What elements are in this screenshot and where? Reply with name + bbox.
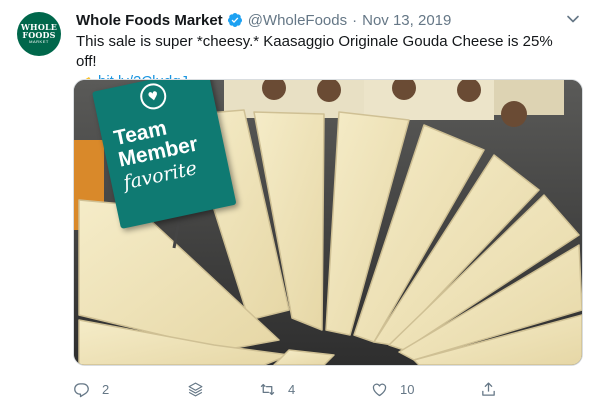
avatar-logo-line3: MARKET bbox=[29, 39, 49, 44]
tweet-text-line: This sale is super *cheesy.* Kaasaggio O… bbox=[76, 33, 553, 70]
retweet-button[interactable]: 4 bbox=[259, 378, 295, 400]
stack-icon bbox=[188, 382, 203, 396]
chevron-down-icon[interactable] bbox=[566, 12, 580, 26]
thread-button[interactable] bbox=[187, 378, 204, 400]
avatar-logo-line2: FOODS bbox=[22, 30, 56, 40]
retweet-count: 4 bbox=[288, 381, 296, 397]
reply-icon bbox=[74, 382, 89, 397]
tweet-date[interactable]: Nov 13, 2019 bbox=[362, 12, 451, 29]
avatar[interactable]: WHOLE FOODS MARKET bbox=[17, 12, 61, 56]
tweet-header: Whole Foods Market @WholeFoods · Nov 13,… bbox=[76, 9, 451, 31]
tweet-media-image[interactable]: ♥ Team Member favorite bbox=[73, 79, 583, 366]
author-handle[interactable]: @WholeFoods bbox=[248, 12, 347, 29]
retweet-icon bbox=[260, 383, 275, 395]
tweet-actions: 2 4 10 bbox=[73, 378, 503, 400]
reply-button[interactable]: 2 bbox=[73, 378, 109, 400]
verified-badge-icon bbox=[227, 13, 242, 27]
like-icon bbox=[372, 383, 387, 396]
share-icon bbox=[482, 381, 495, 396]
like-count: 10 bbox=[400, 381, 415, 397]
share-button[interactable] bbox=[480, 378, 497, 400]
like-button[interactable]: 10 bbox=[371, 378, 414, 400]
heart-icon: ♥ bbox=[137, 80, 169, 112]
reply-count: 2 bbox=[102, 381, 110, 397]
author-name[interactable]: Whole Foods Market bbox=[76, 12, 223, 29]
tweet-card[interactable]: WHOLE FOODS MARKET Whole Foods Market @W… bbox=[0, 0, 596, 413]
header-separator: · bbox=[352, 11, 358, 29]
